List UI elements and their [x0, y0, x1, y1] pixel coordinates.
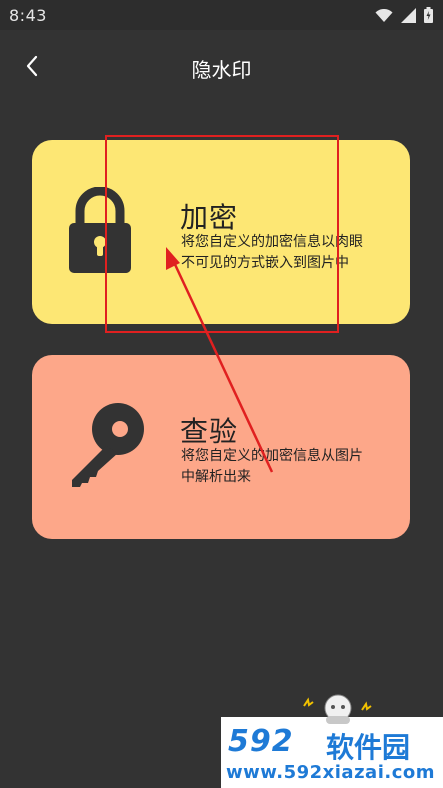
page-title: 隐水印: [191, 58, 252, 82]
status-bar: 8:43: [0, 0, 443, 30]
verify-description: 将您自定义的加密信息从图片 中解析出来: [181, 446, 391, 488]
status-icons: [375, 7, 433, 27]
status-time: 8:43: [9, 6, 47, 25]
verify-card[interactable]: 查验 将您自定义的加密信息从图片 中解析出来: [32, 355, 410, 539]
battery-icon: [424, 7, 433, 27]
encrypt-desc-line1: 将您自定义的加密信息以肉眼: [181, 234, 363, 250]
cellular-signal-icon: [401, 7, 416, 27]
app-bar: 隐水印: [0, 30, 443, 106]
lock-icon: [66, 186, 134, 277]
verify-desc-line2: 中解析出来: [181, 469, 251, 485]
watermark-url: www.592xiazai.com: [226, 762, 435, 783]
encrypt-desc-line2: 不可见的方式嵌入到图片中: [181, 255, 349, 271]
encrypt-description: 将您自定义的加密信息以肉眼 不可见的方式嵌入到图片中: [181, 232, 391, 274]
watermark-logo-digits: 592: [228, 724, 294, 759]
verify-title: 查验: [180, 415, 239, 448]
watermark-logo-text: 软件园: [326, 731, 411, 764]
encrypt-title: 加密: [180, 201, 239, 234]
verify-desc-line1: 将您自定义的加密信息从图片: [181, 448, 363, 464]
key-icon: [66, 401, 146, 495]
mascot-icon: [300, 694, 380, 728]
wifi-icon: [375, 8, 393, 27]
encrypt-card[interactable]: 加密 将您自定义的加密信息以肉眼 不可见的方式嵌入到图片中: [32, 140, 410, 324]
